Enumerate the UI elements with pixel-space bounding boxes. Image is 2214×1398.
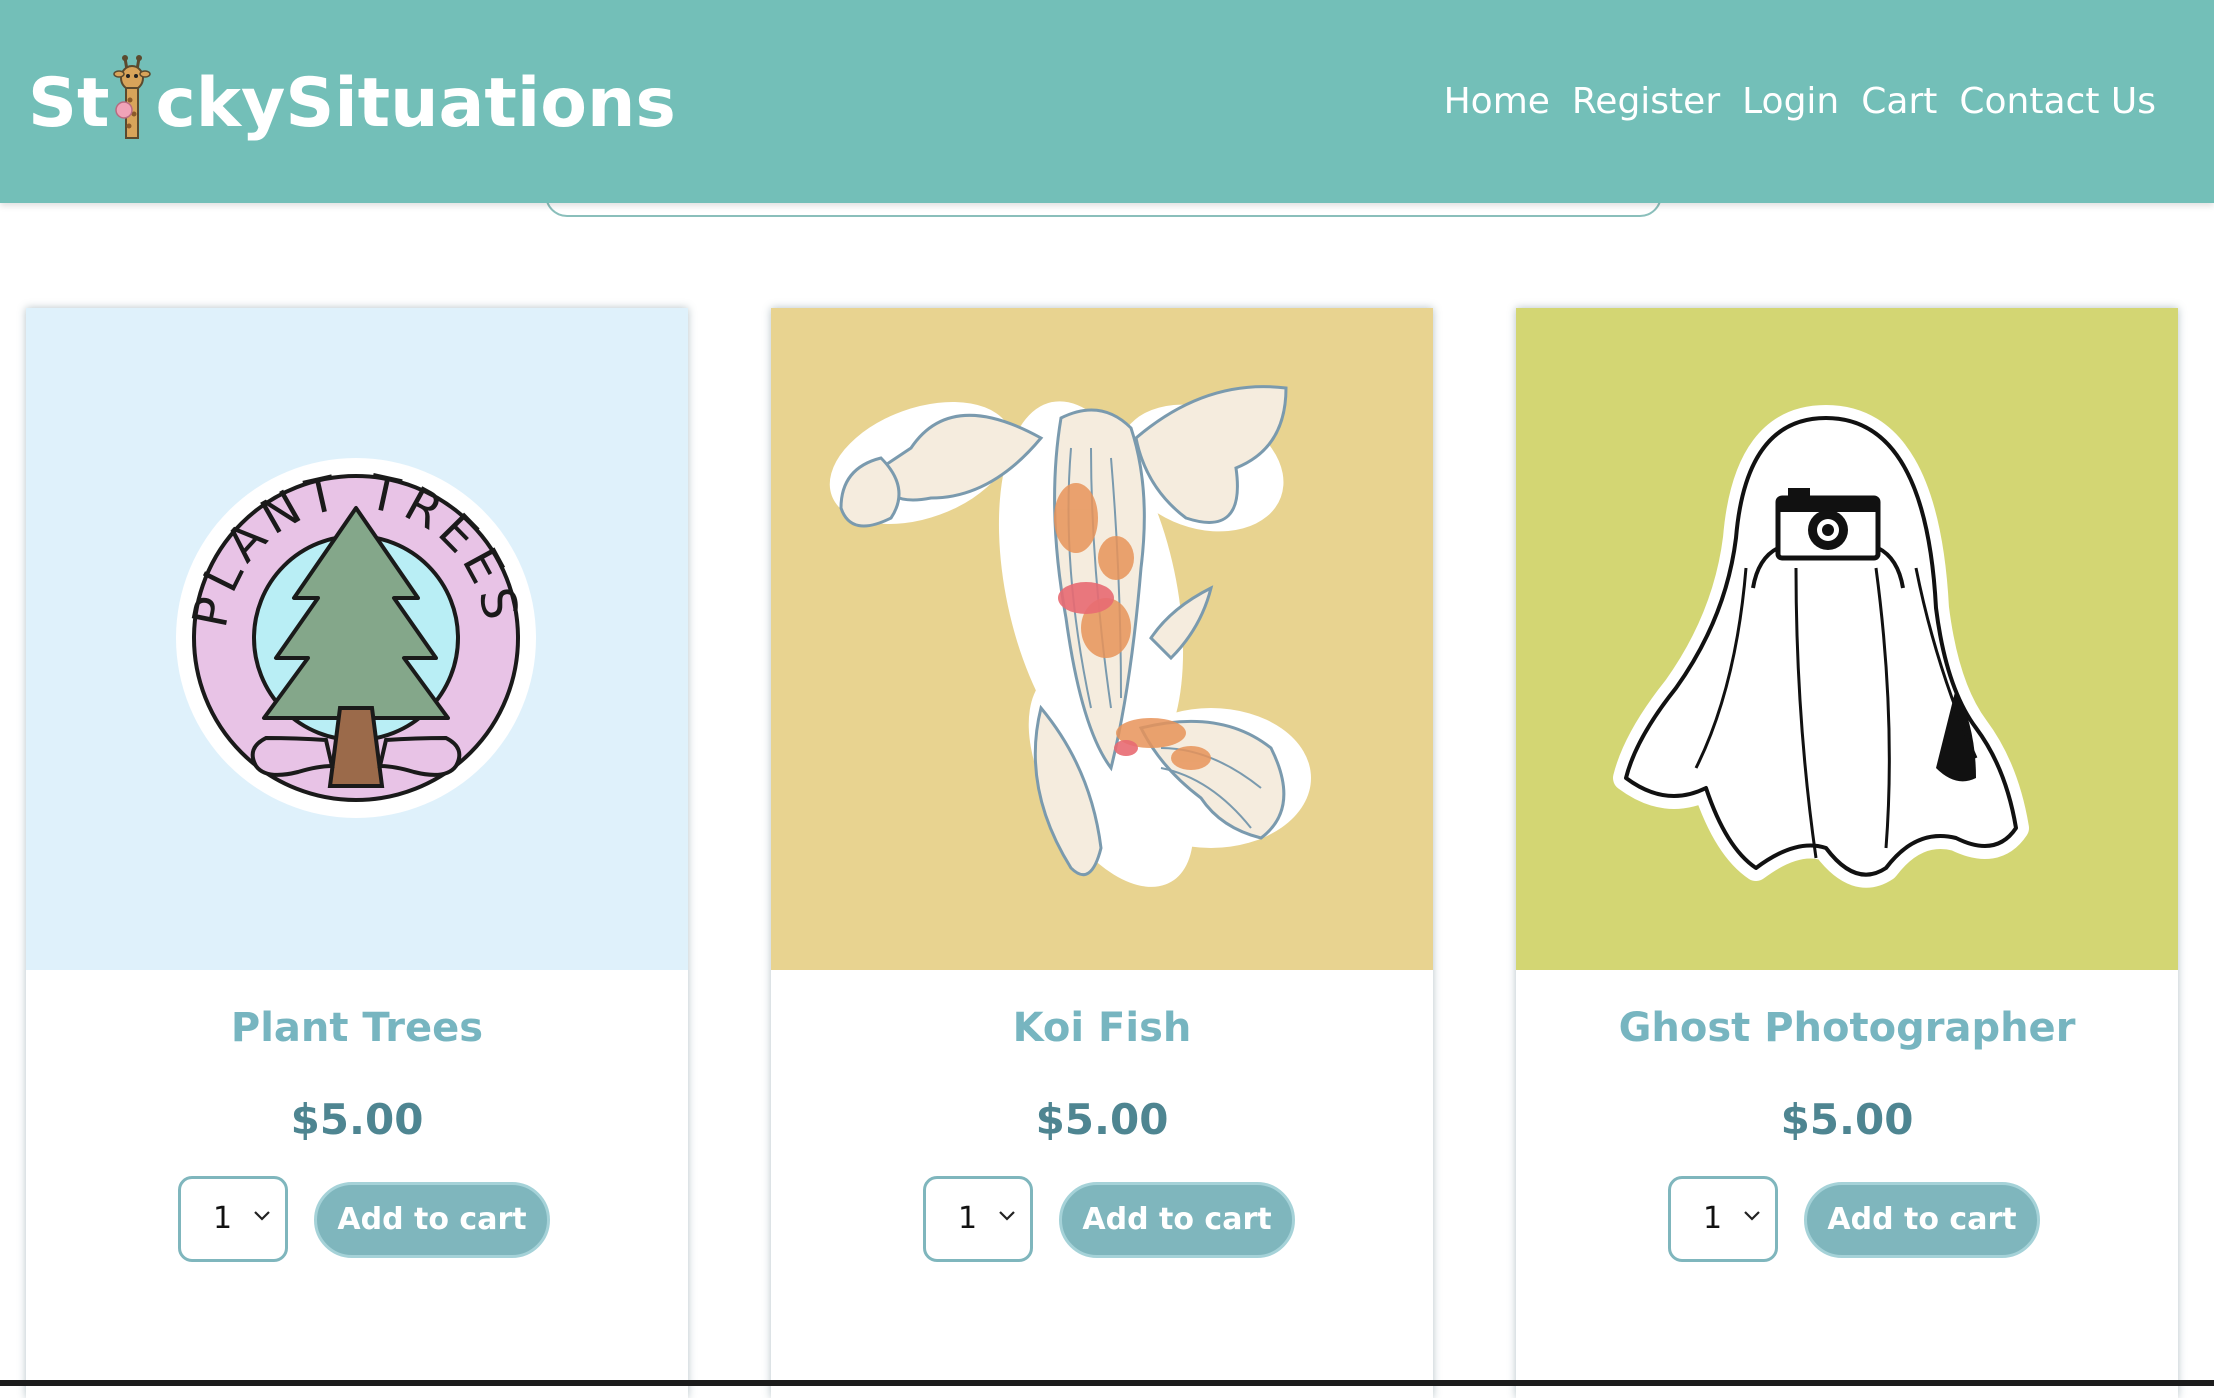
plant-trees-sticker-icon: PLANT TREES — [176, 458, 536, 818]
giraffe-icon — [113, 55, 152, 139]
chevron-down-icon — [254, 1211, 270, 1221]
koi-fish-sticker-icon — [829, 385, 1311, 887]
window-bottom-edge — [0, 1380, 2214, 1386]
quantity-select[interactable]: 1 — [923, 1176, 1033, 1262]
product-title[interactable]: Ghost Photographer — [1516, 998, 2178, 1058]
quantity-value: 1 — [213, 1201, 233, 1236]
product-title[interactable]: Koi Fish — [771, 998, 1433, 1058]
product-price: $5.00 — [1035, 1095, 1169, 1144]
product-image-ghost-photographer[interactable] — [1516, 308, 2178, 970]
quantity-value: 1 — [958, 1201, 978, 1236]
site-logo[interactable]: St ckySituations — [28, 44, 676, 164]
product-title[interactable]: Plant Trees — [26, 998, 688, 1058]
site-header: St ckySituations Home Register Login Car… — [0, 0, 2214, 203]
add-to-cart-button[interactable]: Add to cart — [314, 1182, 550, 1258]
nav-login[interactable]: Login — [1742, 72, 1839, 132]
nav-home[interactable]: Home — [1444, 72, 1550, 132]
chevron-down-icon — [999, 1211, 1015, 1221]
product-image-plant-trees[interactable]: PLANT TREES — [26, 308, 688, 970]
nav-cart[interactable]: Cart — [1861, 72, 1937, 132]
ghost-photographer-sticker-icon — [1613, 405, 2029, 888]
logo-text-start: St — [28, 64, 110, 143]
product-price: $5.00 — [290, 1095, 424, 1144]
add-to-cart-button[interactable]: Add to cart — [1804, 1182, 2040, 1258]
main-nav: Home Register Login Cart Contact Us — [1444, 72, 2156, 132]
product-card-plant-trees: PLANT TREES Plant Trees $5.00 1 Add to c… — [26, 308, 688, 1398]
nav-register[interactable]: Register — [1572, 72, 1720, 132]
add-to-cart-button[interactable]: Add to cart — [1059, 1182, 1295, 1258]
product-card-ghost-photographer: Ghost Photographer $5.00 1 Add to cart — [1516, 308, 2178, 1398]
product-card-koi-fish: Koi Fish $5.00 1 Add to cart — [771, 308, 1433, 1398]
logo-text-end: ckySituations — [155, 64, 676, 143]
quantity-value: 1 — [1703, 1201, 1723, 1236]
quantity-select[interactable]: 1 — [1668, 1176, 1778, 1262]
product-price: $5.00 — [1780, 1095, 1914, 1144]
nav-contact-us[interactable]: Contact Us — [1959, 72, 2156, 132]
product-image-koi-fish[interactable] — [771, 308, 1433, 970]
quantity-select[interactable]: 1 — [178, 1176, 288, 1262]
chevron-down-icon — [1744, 1211, 1760, 1221]
